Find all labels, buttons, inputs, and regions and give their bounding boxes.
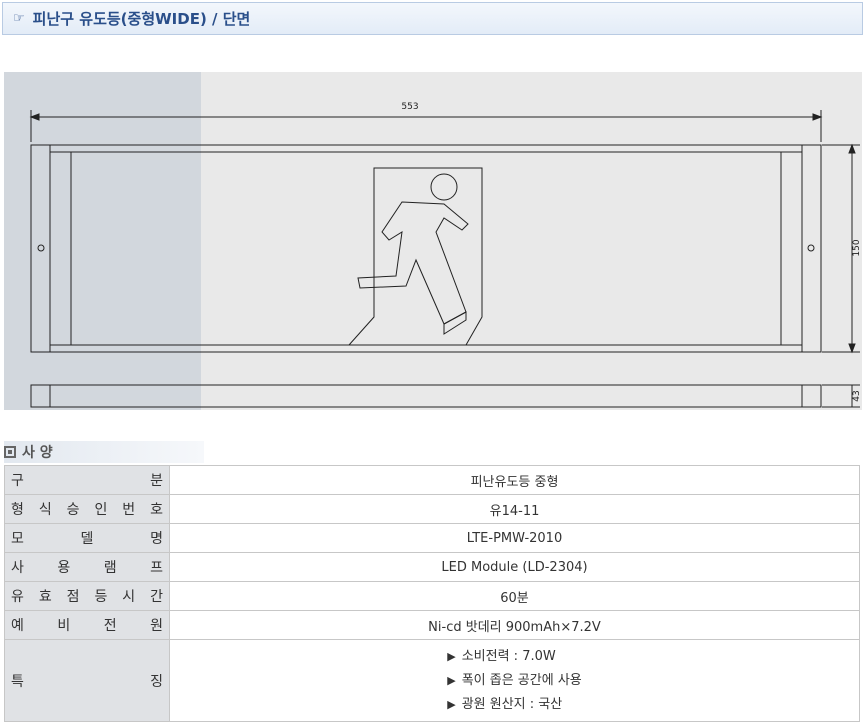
label-char: 점 (66, 589, 80, 605)
feature-text: 폭이 좁은 공간에 사용 (461, 672, 582, 688)
label-char: 델 (80, 531, 94, 547)
drawing-svg: 553 150 43 (29, 102, 862, 408)
spec-value: LTE-PMW-2010 (169, 523, 860, 553)
page-title-bar: ☞ 피난구 유도등(중형WIDE) / 단면 (2, 2, 863, 35)
side-view-outer (30, 384, 822, 408)
spec-label-text: 유효점등시간 (11, 586, 163, 606)
spec-label: 특징 (4, 639, 170, 722)
width-dimension-label: 553 (401, 102, 418, 112)
exit-door-outline (348, 167, 483, 346)
label-char: 비 (57, 618, 71, 634)
feature-text: 광원 원산지 : 국산 (461, 696, 563, 712)
label-char: 호 (150, 502, 163, 518)
spec-table: 구 분 피난유도등 중형 형 식 승 인 번 호 유14-11 모 델 명 LTE-PMW-2010 사 용 램… (4, 465, 860, 722)
spec-section-heading: 사 양 (4, 442, 53, 462)
spec-value: 60분 (169, 581, 860, 611)
features-list: ▶ 소비전력 : 7.0W ▶ 폭이 좁은 공간에 사용 ▶ 광원 원산지 : 국산 (447, 645, 582, 717)
label-char: 모 (11, 531, 24, 547)
label-char: 램 (103, 560, 117, 576)
feature-text: 소비전력 : 7.0W (461, 648, 556, 664)
label-char: 사 (11, 560, 24, 576)
label-char: 용 (57, 560, 71, 576)
page-title: 피난구 유도등(중형WIDE) / 단면 (32, 10, 251, 28)
height-dimension-label: 150 (852, 239, 862, 256)
label-char: 분 (150, 473, 163, 489)
label-char: 구 (11, 473, 24, 489)
spec-value: LED Module (LD-2304) (169, 552, 860, 582)
spec-label-text: 특징 (11, 671, 163, 691)
spec-label: 사용램프 (4, 552, 170, 582)
depth-dimension-label: 43 (852, 390, 862, 401)
label-char: 프 (150, 560, 163, 576)
table-row: 특 징 ▶ 소비전력 : 7.0W ▶ 폭이 좁은 공간에 사용 ▶ 광원 원산지 : 국산 (4, 639, 860, 722)
table-row: 유 효 점 등 시 간 60분 (4, 581, 860, 611)
triangle-bullet-icon: ▶ (447, 697, 456, 711)
label-char: 명 (150, 531, 163, 547)
table-row: 형 식 승 인 번 호 유14-11 (4, 494, 860, 524)
list-item: ▶ 폭이 좁은 공간에 사용 (447, 669, 582, 693)
label-char: 번 (122, 502, 136, 518)
front-view-outer (30, 144, 822, 353)
table-row: 모 델 명 LTE-PMW-2010 (4, 523, 860, 553)
label-char: 형 (11, 502, 24, 518)
spec-label-text: 사용램프 (11, 557, 163, 577)
spec-heading: 사 양 (22, 445, 53, 461)
spec-label-text: 모델명 (11, 528, 163, 548)
spec-label: 유효점등시간 (4, 581, 170, 611)
triangle-bullet-icon: ▶ (447, 649, 456, 663)
label-char: 승 (66, 502, 80, 518)
spec-label: 예비전원 (4, 610, 170, 640)
spec-label: 형식승인번호 (4, 494, 170, 524)
label-char: 인 (94, 502, 108, 518)
label-char: 식 (38, 502, 52, 518)
technical-drawing: 553 150 43 (4, 72, 862, 410)
label-char: 효 (38, 589, 52, 605)
label-char: 시 (122, 589, 136, 605)
spec-value: Ni-cd 밧데리 900mAh×7.2V (169, 610, 860, 640)
table-row: 구 분 피난유도등 중형 (4, 465, 860, 495)
label-char: 징 (150, 673, 163, 690)
square-bullet-icon (4, 446, 16, 458)
spec-label-text: 형식승인번호 (11, 499, 163, 519)
spec-label: 모델명 (4, 523, 170, 553)
triangle-bullet-icon: ▶ (447, 673, 456, 687)
spec-label-text: 예비전원 (11, 615, 163, 635)
list-item: ▶ 광원 원산지 : 국산 (447, 693, 582, 717)
label-char: 전 (103, 618, 117, 634)
spec-value: 피난유도등 중형 (169, 465, 860, 495)
spec-label-text: 구분 (11, 470, 163, 490)
label-char: 특 (11, 673, 24, 690)
list-item: ▶ 소비전력 : 7.0W (447, 645, 582, 669)
features-cell: ▶ 소비전력 : 7.0W ▶ 폭이 좁은 공간에 사용 ▶ 광원 원산지 : 국산 (169, 639, 860, 722)
label-char: 원 (150, 618, 163, 634)
label-char: 간 (150, 589, 163, 605)
pointing-hand-icon: ☞ (13, 11, 25, 26)
spec-value: 유14-11 (169, 494, 860, 524)
table-row: 사 용 램 프 LED Module (LD-2304) (4, 552, 860, 582)
table-row: 예 비 전 원 Ni-cd 밧데리 900mAh×7.2V (4, 610, 860, 640)
label-char: 유 (11, 589, 24, 605)
label-char: 예 (11, 618, 24, 634)
spec-label: 구분 (4, 465, 170, 495)
label-char: 등 (94, 589, 108, 605)
